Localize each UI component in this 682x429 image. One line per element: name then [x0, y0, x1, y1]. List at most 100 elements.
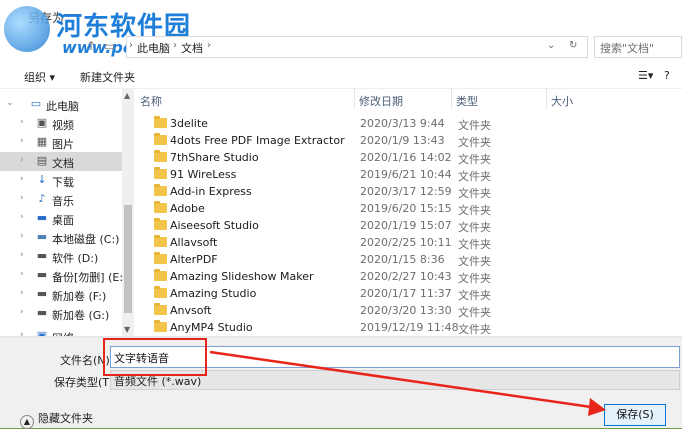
breadcrumb-this-pc[interactable]: 此电脑	[137, 40, 170, 56]
file-date: 2019/6/20 15:15	[360, 202, 452, 215]
file-row[interactable]: Adobe 2019/6/20 15:15 文件夹	[136, 200, 682, 217]
column-header-date[interactable]: 修改日期	[355, 89, 452, 109]
file-name: 4dots Free PDF Image Extractor	[170, 134, 345, 147]
chevron-right-icon[interactable]: ›	[20, 307, 24, 317]
sidebar-item-drive-g[interactable]: › ▬ 新加卷 (G:)	[0, 304, 122, 323]
sidebar-item-label: 此电脑	[46, 100, 79, 113]
breadcrumb-documents[interactable]: 文档	[181, 40, 203, 56]
column-header-type[interactable]: 类型	[452, 89, 547, 109]
folder-icon	[154, 303, 167, 315]
file-type: 文件夹	[458, 289, 491, 302]
sidebar-item-label: 视频	[52, 119, 74, 132]
file-date: 2020/2/25 10:11	[360, 236, 452, 249]
navigation-pane: ⌄ ▭ 此电脑 › ▣ 视频 › ▦ 图片 › ▤ 文档 › ↓ 下载 › ♪ …	[0, 89, 134, 337]
scroll-up-icon[interactable]: ▲	[124, 91, 130, 100]
chevron-right-icon[interactable]: ›	[20, 250, 24, 260]
sidebar-item-drive-d[interactable]: › ▬ 软件 (D:)	[0, 247, 122, 266]
folder-icon	[154, 286, 167, 298]
sidebar-item-drive-e[interactable]: › ▬ 备份[勿删] (E:)	[0, 266, 127, 285]
refresh-icon[interactable]: ↻	[569, 40, 577, 51]
chevron-down-icon[interactable]: ⌄	[6, 98, 14, 108]
column-label: 修改日期	[359, 95, 403, 108]
folder-icon	[154, 150, 167, 162]
file-date: 2020/1/17 11:37	[360, 287, 452, 300]
file-name: 7thShare Studio	[170, 151, 259, 164]
organize-button[interactable]: 组织 ▾	[24, 69, 55, 85]
drive-icon: ▬	[36, 249, 48, 262]
chevron-right-icon[interactable]: ›	[20, 174, 24, 184]
chevron-right-icon[interactable]: ›	[20, 155, 24, 165]
chevron-right-icon[interactable]: ›	[20, 193, 24, 203]
sidebar-item-downloads[interactable]: › ↓ 下载	[0, 171, 122, 190]
sidebar-item-drive-c[interactable]: › ▬ 本地磁盘 (C:)	[0, 228, 122, 247]
file-name: AlterPDF	[170, 253, 218, 266]
toolbar: 组织 ▾ 新建文件夹 ☰▾ ?	[0, 62, 682, 89]
file-row[interactable]: AlterPDF 2020/1/15 8:36 文件夹	[136, 251, 682, 268]
column-header-size[interactable]: 大小	[547, 89, 627, 109]
sidebar-item-desktop[interactable]: › ▬ 桌面	[0, 209, 122, 228]
column-label: 类型	[456, 95, 478, 108]
scroll-down-icon[interactable]: ▼	[124, 325, 130, 334]
chevron-right-icon[interactable]: ›	[20, 231, 24, 241]
file-row[interactable]: 91 WireLess 2019/6/21 10:44 文件夹	[136, 166, 682, 183]
file-row[interactable]: Aiseesoft Studio 2020/1/19 15:07 文件夹	[136, 217, 682, 234]
folder-icon	[154, 218, 167, 230]
file-date: 2020/1/16 14:02	[360, 151, 452, 164]
folder-icon	[154, 269, 167, 281]
file-row[interactable]: 3delite 2020/3/13 9:44 文件夹	[136, 115, 682, 132]
file-row[interactable]: Anvsoft 2020/3/20 13:30 文件夹	[136, 302, 682, 319]
search-placeholder: 搜索"文档"	[600, 42, 655, 55]
file-name: AnyMP4 Studio	[170, 321, 253, 334]
file-type: 文件夹	[458, 153, 491, 166]
sidebar-scrollbar[interactable]: ▲ ▼	[122, 89, 134, 337]
chevron-right-icon[interactable]: ›	[20, 136, 24, 146]
column-label: 大小	[551, 95, 573, 108]
sidebar-item-label: 备份[勿删] (E:)	[52, 271, 128, 284]
file-row[interactable]: Allavsoft 2020/2/25 10:11 文件夹	[136, 234, 682, 251]
sidebar-item-label: 本地磁盘 (C:)	[52, 233, 120, 246]
chevron-down-icon[interactable]: ⌄	[547, 40, 555, 51]
picture-icon: ▦	[36, 135, 48, 148]
sidebar-item-pictures[interactable]: › ▦ 图片	[0, 133, 122, 152]
save-button[interactable]: 保存(S)	[604, 404, 666, 426]
chevron-right-icon[interactable]: ›	[20, 212, 24, 222]
drive-icon: ▬	[36, 306, 48, 319]
file-name: Amazing Slideshow Maker	[170, 270, 314, 283]
file-row[interactable]: Add-in Express 2020/3/17 12:59 文件夹	[136, 183, 682, 200]
sidebar-item-label: 新加卷 (G:)	[52, 309, 110, 322]
sidebar-item-videos[interactable]: › ▣ 视频	[0, 114, 122, 133]
scrollbar-thumb[interactable]	[124, 205, 132, 313]
folder-icon	[154, 252, 167, 264]
sidebar-item-label: 软件 (D:)	[52, 252, 99, 265]
file-type: 文件夹	[458, 323, 491, 336]
address-bar[interactable]: › 此电脑 › 文档 › ⌄ ↻	[126, 36, 588, 58]
sidebar-item-music[interactable]: › ♪ 音乐	[0, 190, 122, 209]
sidebar-item-documents[interactable]: › ▤ 文档	[0, 152, 122, 171]
sidebar-item-this-pc[interactable]: ⌄ ▭ 此电脑	[0, 95, 122, 114]
file-list: 名称 修改日期 类型 大小 3delite 2020/3/13 9:44 文件夹 4…	[136, 89, 682, 337]
help-icon[interactable]: ?	[664, 69, 670, 82]
file-row[interactable]: Amazing Slideshow Maker 2020/2/27 10:43 文件…	[136, 268, 682, 285]
column-header-name[interactable]: 名称	[136, 89, 355, 109]
folder-icon	[154, 167, 167, 179]
file-name: 3delite	[170, 117, 208, 130]
file-row[interactable]: 7thShare Studio 2020/1/16 14:02 文件夹	[136, 149, 682, 166]
chevron-right-icon[interactable]: ›	[20, 288, 24, 298]
chevron-right-icon: ›	[207, 40, 211, 51]
chevron-right-icon[interactable]: ›	[20, 117, 24, 127]
folder-icon	[154, 116, 167, 128]
file-name: Aiseesoft Studio	[170, 219, 259, 232]
file-row[interactable]: Amazing Studio 2020/1/17 11:37 文件夹	[136, 285, 682, 302]
hide-folders-toggle[interactable]: ▲ 隐藏文件夹	[20, 410, 93, 429]
view-options-icon[interactable]: ☰▾	[638, 69, 653, 82]
search-input[interactable]: 搜索"文档"	[594, 36, 682, 58]
new-folder-button[interactable]: 新建文件夹	[80, 69, 135, 85]
drive-icon: ▬	[36, 268, 48, 281]
sidebar-item-drive-f[interactable]: › ▬ 新加卷 (F:)	[0, 285, 122, 304]
file-row[interactable]: 4dots Free PDF Image Extractor 2020/1/9 1…	[136, 132, 682, 149]
up-arrow-icon[interactable]: ↑	[86, 39, 96, 53]
folder-icon	[154, 184, 167, 196]
file-row[interactable]: AnyMP4 Studio 2019/12/19 11:48 文件夹	[136, 319, 682, 336]
filetype-label: 保存类型(T):	[54, 376, 118, 389]
chevron-right-icon[interactable]: ›	[20, 269, 24, 279]
